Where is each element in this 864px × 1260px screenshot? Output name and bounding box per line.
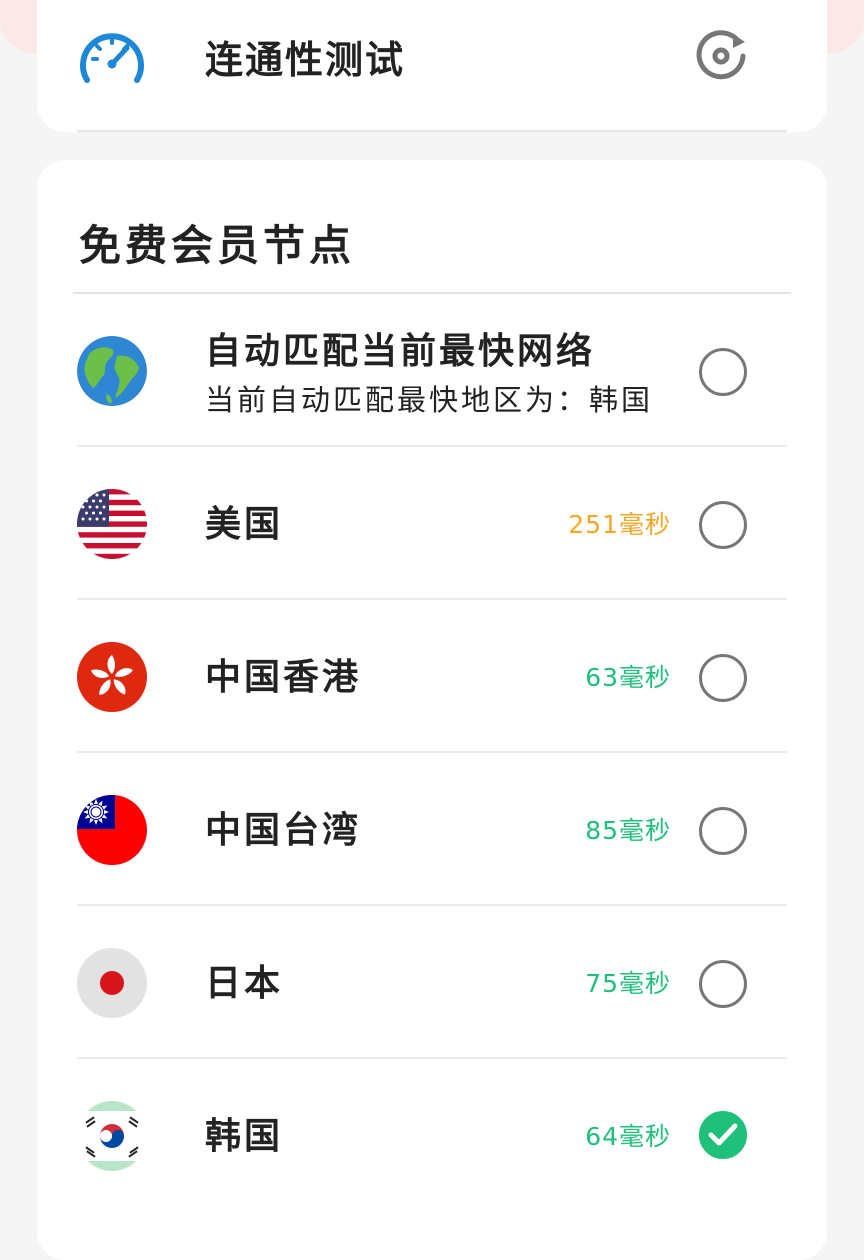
- section-title: 免费会员节点: [79, 221, 356, 270]
- latency-label: 75毫秒: [585, 969, 671, 998]
- node-radio[interactable]: [699, 348, 747, 396]
- node-item-jp[interactable]: 日本 75毫秒: [37, 906, 827, 1059]
- node-item-us[interactable]: 美国 251毫秒: [37, 447, 827, 600]
- connectivity-test-row[interactable]: 连通性测试: [37, 0, 827, 132]
- node-item-hk[interactable]: 中国香港 63毫秒: [37, 600, 827, 753]
- latency-label: 64毫秒: [585, 1122, 671, 1151]
- node-subtitle: 当前自动匹配最快地区为：韩国: [205, 383, 654, 417]
- node-item-kr[interactable]: 韩国 64毫秒: [37, 1059, 827, 1212]
- node-item-auto[interactable]: 自动匹配当前最快网络 当前自动匹配最快地区为：韩国: [37, 294, 827, 447]
- tw-flag-icon: [77, 795, 147, 865]
- globe-icon: [77, 336, 147, 406]
- node-name: 中国香港: [205, 657, 362, 698]
- node-radio[interactable]: [699, 501, 747, 549]
- node-name: 美国: [205, 504, 284, 545]
- node-name: 韩国: [205, 1116, 284, 1157]
- check-icon: [708, 1123, 738, 1146]
- connectivity-test-title: 连通性测试: [205, 38, 406, 82]
- node-name: 日本: [205, 963, 284, 1004]
- latency-label: 251毫秒: [568, 510, 671, 539]
- latency-label: 85毫秒: [585, 816, 671, 845]
- latency-label: 63毫秒: [585, 663, 671, 692]
- us-flag-icon: [77, 489, 147, 559]
- connectivity-card: 连通性测试: [37, 0, 827, 132]
- refresh-icon[interactable]: [693, 28, 749, 84]
- hk-flag-icon: [77, 642, 147, 712]
- node-name: 自动匹配当前最快网络: [205, 331, 596, 372]
- node-name: 中国台湾: [205, 810, 362, 851]
- free-nodes-card: 免费会员节点 自动匹配当前最快网络 当前自动匹配最快地区为：韩国 美国 251毫…: [37, 160, 827, 1260]
- kr-flag-icon: [77, 1101, 147, 1171]
- node-radio[interactable]: [699, 960, 747, 1008]
- node-radio[interactable]: [699, 807, 747, 855]
- speedometer-icon: [77, 24, 147, 94]
- divider: [77, 130, 787, 132]
- jp-flag-icon: [77, 948, 147, 1018]
- node-item-tw[interactable]: 中国台湾 85毫秒: [37, 753, 827, 906]
- node-radio[interactable]: [699, 654, 747, 702]
- node-radio-checked[interactable]: [699, 1111, 747, 1159]
